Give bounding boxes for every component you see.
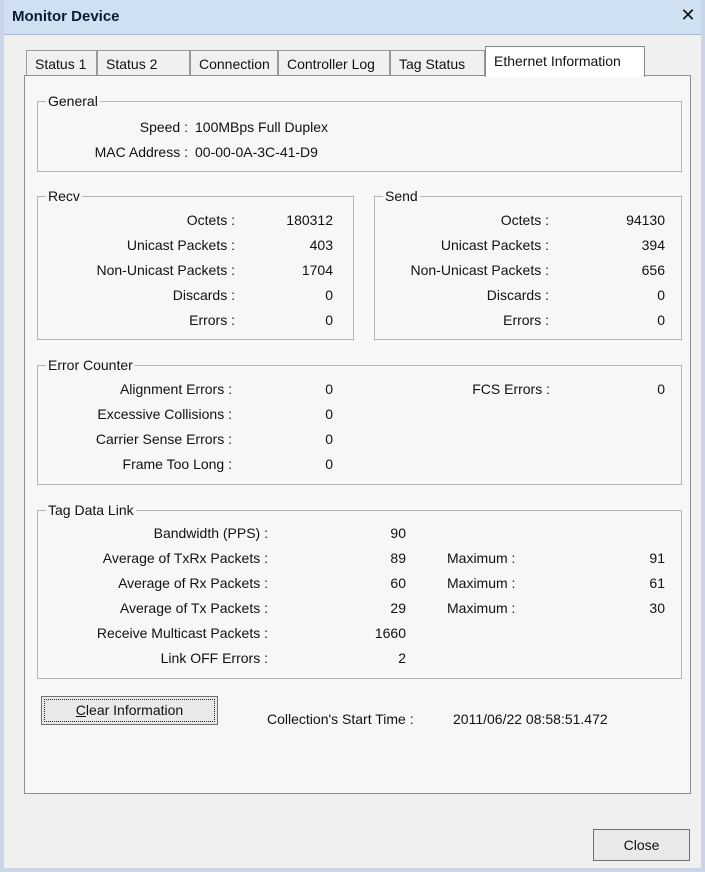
general-legend: General [46, 93, 100, 109]
tab-connection[interactable]: Connection [190, 50, 278, 76]
recv-errors-label: Errors : [189, 312, 235, 328]
speed-label: Speed : [139, 119, 188, 135]
speed-value: 100MBps Full Duplex [195, 119, 329, 135]
carrier-sense-errors-label: Carrier Sense Errors : [95, 431, 232, 447]
recv-discards-value: 0 [325, 287, 333, 303]
frame-too-long-value: 0 [325, 456, 333, 472]
link-off-errors-label: Link OFF Errors : [160, 650, 268, 666]
tag-data-link-legend: Tag Data Link [46, 502, 136, 518]
window-title: Monitor Device [12, 8, 120, 25]
tab-controller-log[interactable]: Controller Log [278, 50, 390, 76]
collection-start-label: Collection's Start Time : [267, 711, 414, 727]
fcs-errors-label: FCS Errors : [472, 381, 550, 397]
recv-non-unicast-value: 1704 [301, 262, 333, 278]
tag-data-link-group: Tag Data Link Bandwidth (PPS) : 90 Avera… [37, 502, 682, 679]
send-discards-value: 0 [657, 287, 665, 303]
close-icon[interactable]: ✕ [679, 6, 697, 26]
recv-non-unicast-label: Non-Unicast Packets : [96, 262, 236, 278]
send-non-unicast-value: 656 [641, 262, 665, 278]
avg-tx-max-label: Maximum : [447, 600, 516, 616]
dialog-footer: Close [4, 794, 701, 868]
avg-rx-label: Average of Rx Packets : [118, 575, 268, 591]
monitor-device-window: Monitor Device ✕ Status 1 Status 2 Conne… [0, 0, 705, 872]
avg-txrx-value: 89 [390, 550, 406, 566]
avg-rx-max-value: 61 [649, 575, 665, 591]
send-unicast-label: Unicast Packets : [440, 237, 549, 253]
recv-octets-value: 180312 [286, 212, 333, 228]
avg-txrx-max-label: Maximum : [447, 550, 516, 566]
clear-information-label: lear Information [85, 702, 184, 718]
excessive-collisions-value: 0 [325, 406, 333, 422]
error-counter-legend: Error Counter [46, 357, 135, 373]
send-octets-label: Octets : [500, 212, 549, 228]
alignment-errors-value: 0 [325, 381, 333, 397]
avg-rx-max-label: Maximum : [447, 575, 516, 591]
tab-status-1[interactable]: Status 1 [26, 50, 97, 76]
send-octets-value: 94130 [626, 212, 665, 228]
collection-start-value: 2011/06/22 08:58:51.472 [453, 711, 608, 727]
avg-tx-label: Average of Tx Packets : [119, 600, 268, 616]
send-unicast-value: 394 [641, 237, 665, 253]
recv-errors-value: 0 [325, 312, 333, 328]
clear-information-mnemonic: C [75, 702, 86, 718]
avg-txrx-label: Average of TxRx Packets : [102, 550, 268, 566]
send-legend: Send [383, 188, 420, 204]
avg-rx-value: 60 [390, 575, 406, 591]
recv-unicast-label: Unicast Packets : [126, 237, 235, 253]
bandwidth-value: 90 [390, 525, 406, 541]
avg-tx-value: 29 [390, 600, 406, 616]
tab-tag-status[interactable]: Tag Status [390, 50, 485, 76]
general-group: General Speed : 100MBps Full Duplex MAC … [37, 93, 682, 172]
send-group: Send Octets : 94130 Unicast Packets : 39… [374, 188, 682, 340]
recv-octets-label: Octets : [186, 212, 235, 228]
title-bar: Monitor Device ✕ [4, 0, 701, 35]
close-button[interactable]: Close [593, 829, 690, 861]
avg-txrx-max-value: 91 [649, 550, 665, 566]
receive-multicast-label: Receive Multicast Packets : [96, 625, 268, 641]
mac-address-value: 00-00-0A-3C-41-D9 [195, 144, 318, 160]
clear-information-button[interactable]: Clear Information [41, 696, 218, 725]
avg-tx-max-value: 30 [649, 600, 665, 616]
error-counter-group: Error Counter Alignment Errors : 0 Exces… [37, 357, 682, 485]
tab-status-2[interactable]: Status 2 [97, 50, 190, 76]
tab-ethernet-information[interactable]: Ethernet Information [485, 46, 645, 77]
fcs-errors-value: 0 [657, 381, 665, 397]
mac-address-label: MAC Address : [94, 144, 188, 160]
send-errors-label: Errors : [503, 312, 549, 328]
alignment-errors-label: Alignment Errors : [119, 381, 232, 397]
excessive-collisions-label: Excessive Collisions : [97, 406, 232, 422]
recv-group: Recv Octets : 180312 Unicast Packets : 4… [37, 188, 354, 340]
ethernet-information-panel: General Speed : 100MBps Full Duplex MAC … [24, 75, 691, 794]
recv-unicast-value: 403 [309, 237, 333, 253]
frame-too-long-label: Frame Too Long : [122, 456, 232, 472]
receive-multicast-value: 1660 [374, 625, 406, 641]
send-errors-value: 0 [657, 312, 665, 328]
bandwidth-label: Bandwidth (PPS) : [153, 525, 268, 541]
recv-legend: Recv [46, 188, 82, 204]
recv-discards-label: Discards : [172, 287, 235, 303]
send-non-unicast-label: Non-Unicast Packets : [410, 262, 550, 278]
carrier-sense-errors-value: 0 [325, 431, 333, 447]
send-discards-label: Discards : [486, 287, 549, 303]
link-off-errors-value: 2 [398, 650, 406, 666]
